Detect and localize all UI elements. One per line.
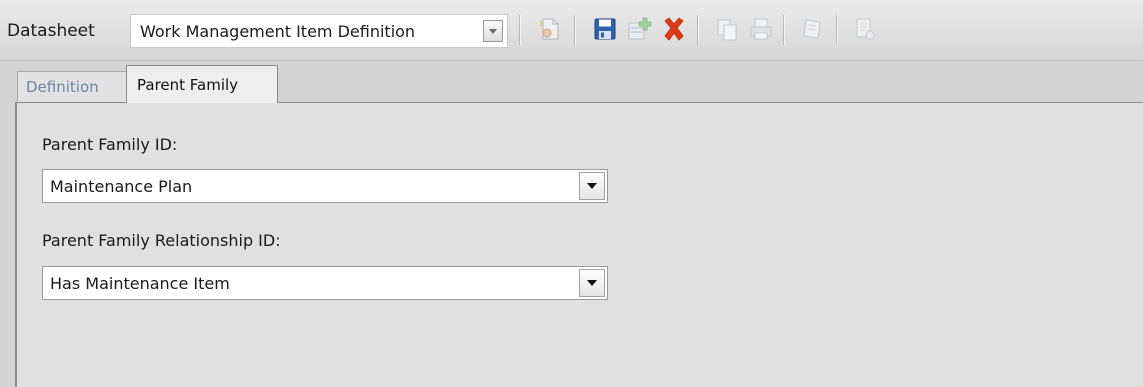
chevron-down-icon [489,29,497,34]
parent-family-id-select[interactable]: Maintenance Plan [42,169,608,203]
toolbar-separator [519,15,520,45]
print-icon[interactable] [748,16,774,42]
toolbar: Datasheet Work Management Item Definitio… [0,0,1143,61]
report-icon[interactable] [852,16,878,42]
chevron-down-icon [587,183,597,189]
copy-icon[interactable] [714,16,740,42]
new-record-icon[interactable] [537,16,563,42]
delete-icon[interactable] [661,16,687,42]
datasheet-dropdown-button[interactable] [483,20,503,42]
tab-definition[interactable]: Definition [17,71,127,102]
save-icon[interactable] [592,16,618,42]
toolbar-separator [574,15,575,45]
clear-icon[interactable] [800,16,826,42]
parent-family-relationship-id-dropdown-button[interactable] [579,269,605,297]
tab-definition-label: Definition [26,78,99,96]
toolbar-separator [783,15,784,45]
parent-family-id-dropdown-button[interactable] [579,172,605,200]
tab-parent-family-label: Parent Family [137,76,239,94]
toolbar-separator [697,15,698,45]
parent-family-relationship-id-select[interactable]: Has Maintenance Item [42,266,608,300]
parent-family-relationship-id-label: Parent Family Relationship ID: [42,231,281,250]
add-record-icon[interactable] [626,16,652,42]
parent-family-relationship-id-value: Has Maintenance Item [50,274,230,293]
datasheet-select[interactable]: Work Management Item Definition [130,14,508,48]
tab-parent-family[interactable]: Parent Family [126,65,278,103]
parent-family-id-label: Parent Family ID: [42,135,178,154]
datasheet-select-value: Work Management Item Definition [140,22,416,41]
toolbar-separator [836,15,837,45]
parent-family-id-value: Maintenance Plan [50,177,193,196]
datasheet-window: Datasheet Work Management Item Definitio… [0,0,1143,387]
tab-panel-parent-family: Parent Family ID: Maintenance Plan Paren… [15,102,1143,387]
chevron-down-icon [587,280,597,286]
datasheet-label: Datasheet [7,21,95,41]
